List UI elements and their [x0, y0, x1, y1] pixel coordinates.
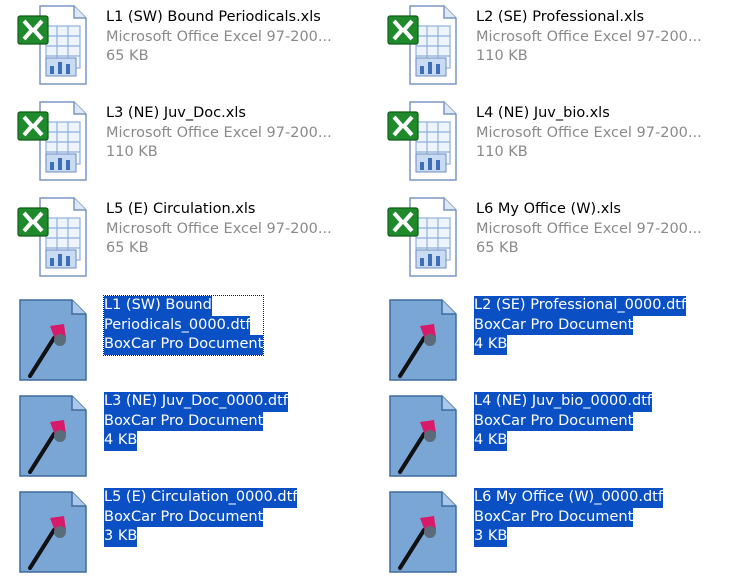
- file-item-l2-xls[interactable]: L2 (SE) Professional.xls Microsoft Offic…: [376, 0, 741, 92]
- boxcar-document-icon: [6, 296, 98, 388]
- excel-file-icon: [6, 0, 98, 92]
- file-name: L5 (E) Circulation.xls: [106, 201, 256, 217]
- file-type: BoxCar Pro Document: [104, 411, 264, 431]
- file-name: L3 (NE) Juv_Doc.xls: [106, 105, 246, 121]
- file-item-l5-xls[interactable]: L5 (E) Circulation.xls Microsoft Office …: [6, 192, 376, 284]
- file-item-l4-xls[interactable]: L4 (NE) Juv_bio.xls Microsoft Office Exc…: [376, 96, 741, 188]
- file-size: 65 KB: [476, 240, 519, 256]
- file-size: 110 KB: [476, 144, 528, 160]
- file-type: Microsoft Office Excel 97-200...: [476, 124, 702, 141]
- boxcar-document-icon: [376, 488, 468, 580]
- excel-file-icon: [6, 192, 98, 284]
- file-type: Microsoft Office Excel 97-200...: [106, 124, 332, 141]
- file-size: 4 KB: [104, 431, 138, 451]
- boxcar-document-icon: [376, 296, 468, 388]
- boxcar-document-icon: [6, 392, 98, 484]
- file-name: L3 (NE) Juv_Doc_0000.dtf: [104, 392, 288, 412]
- file-type: BoxCar Pro Document: [474, 411, 634, 431]
- boxcar-document-icon: [6, 488, 98, 580]
- file-size: 3 KB: [104, 527, 138, 547]
- file-type: BoxCar Pro Document: [104, 335, 264, 355]
- file-type: Microsoft Office Excel 97-200...: [106, 220, 332, 237]
- excel-file-icon: [376, 0, 468, 92]
- file-name-line2: Periodicals_0000.dtf: [104, 315, 251, 335]
- file-size: 4 KB: [474, 335, 508, 355]
- file-size: 110 KB: [476, 48, 528, 64]
- file-item-l4-dtf[interactable]: L4 (NE) Juv_bio_0000.dtf BoxCar Pro Docu…: [376, 392, 741, 484]
- excel-file-icon: [6, 96, 98, 188]
- file-item-l1-dtf[interactable]: L1 (SW) Bound Periodicals_0000.dtf BoxCa…: [6, 295, 376, 388]
- file-name: L4 (NE) Juv_bio_0000.dtf: [474, 392, 653, 412]
- file-name: L6 My Office (W).xls: [476, 201, 621, 217]
- file-item-l3-dtf[interactable]: L3 (NE) Juv_Doc_0000.dtf BoxCar Pro Docu…: [6, 392, 376, 484]
- file-size: 3 KB: [474, 527, 508, 547]
- excel-file-icon: [376, 192, 468, 284]
- file-name: L1 (SW) Bound Periodicals.xls: [106, 9, 321, 25]
- file-size: 4 KB: [474, 431, 508, 451]
- file-type: BoxCar Pro Document: [474, 507, 634, 527]
- file-type: Microsoft Office Excel 97-200...: [476, 28, 702, 45]
- file-size: 110 KB: [106, 144, 158, 160]
- file-name: L2 (SE) Professional.xls: [476, 9, 645, 25]
- file-type: BoxCar Pro Document: [474, 315, 634, 335]
- file-size: 65 KB: [106, 240, 149, 256]
- file-name: L5 (E) Circulation_0000.dtf: [104, 488, 298, 508]
- file-item-l1-xls[interactable]: L1 (SW) Bound Periodicals.xls Microsoft …: [6, 0, 376, 92]
- file-item-l5-dtf[interactable]: L5 (E) Circulation_0000.dtf BoxCar Pro D…: [6, 488, 376, 580]
- file-item-l2-dtf[interactable]: L2 (SE) Professional_0000.dtf BoxCar Pro…: [376, 296, 741, 388]
- excel-file-icon: [376, 96, 468, 188]
- file-size: 65 KB: [106, 48, 149, 64]
- file-type: BoxCar Pro Document: [104, 507, 264, 527]
- file-type: Microsoft Office Excel 97-200...: [106, 28, 332, 45]
- file-name: L2 (SE) Professional_0000.dtf: [474, 296, 687, 316]
- file-type: Microsoft Office Excel 97-200...: [476, 220, 702, 237]
- file-name-line1: L1 (SW) Bound: [104, 296, 212, 316]
- file-name: L6 My Office (W)_0000.dtf: [474, 488, 663, 508]
- boxcar-document-icon: [376, 392, 468, 484]
- file-item-l3-xls[interactable]: L3 (NE) Juv_Doc.xls Microsoft Office Exc…: [6, 96, 376, 188]
- file-item-l6-xls[interactable]: L6 My Office (W).xls Microsoft Office Ex…: [376, 192, 741, 284]
- file-item-l6-dtf[interactable]: L6 My Office (W)_0000.dtf BoxCar Pro Doc…: [376, 488, 741, 580]
- file-name: L4 (NE) Juv_bio.xls: [476, 105, 610, 121]
